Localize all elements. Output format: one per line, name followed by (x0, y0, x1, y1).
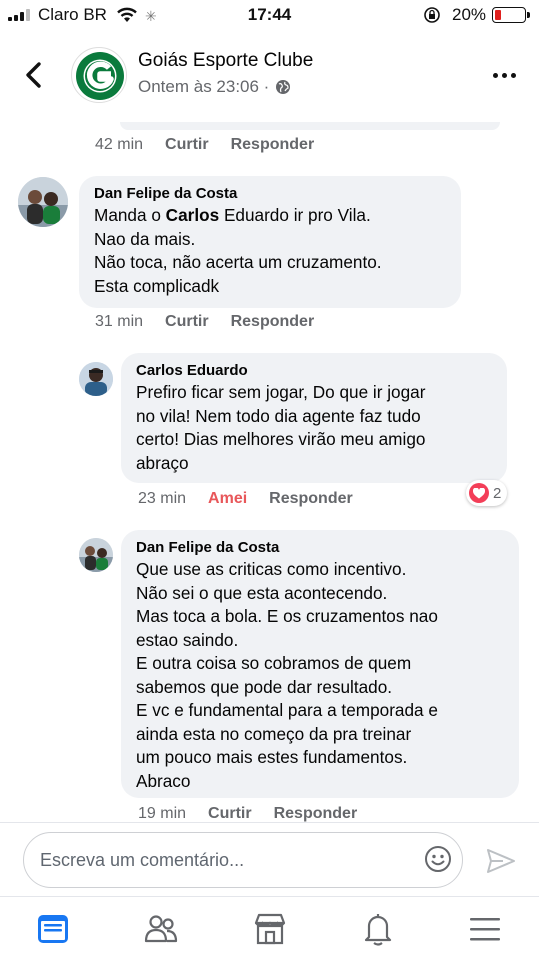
comment-actions: 31 min Curtir Responder (95, 313, 336, 331)
comment-actions: 23 min Amei Responder (138, 490, 375, 508)
goias-crest-icon (74, 50, 126, 102)
comment-text: Prefiro ficar sem jogar, Do que ir jogar… (136, 382, 426, 473)
emoji-icon[interactable] (424, 845, 452, 873)
reply-button[interactable]: Responder (274, 805, 358, 822)
profile-photo (18, 177, 68, 227)
groups-icon[interactable] (143, 911, 179, 947)
marketplace-icon[interactable] (252, 911, 288, 947)
comment-time: 42 min (95, 136, 144, 153)
menu-icon[interactable] (467, 911, 503, 947)
reply-button[interactable]: Responder (231, 313, 315, 331)
comment-bubble[interactable]: Dan Felipe da Costa Manda o Carlos Eduar… (79, 176, 461, 308)
love-button[interactable]: Amei (208, 490, 247, 508)
reaction-number: 2 (493, 484, 502, 502)
notifications-icon[interactable] (360, 911, 396, 947)
comment-author[interactable]: Carlos Eduardo (136, 362, 493, 379)
comment-bubble[interactable]: Dan Felipe da Costa Que use as criticas … (121, 530, 519, 798)
battery-icon (492, 7, 530, 23)
battery-percentage: 20% (452, 5, 487, 24)
comments-list: 42 min Curtir Responder Dan Felipe da Co… (0, 122, 539, 822)
comment-placeholder: Escreva um comentário... (40, 849, 245, 870)
back-arrow-icon[interactable] (20, 60, 50, 90)
globe-icon (276, 80, 291, 94)
like-button[interactable]: Curtir (165, 313, 209, 331)
comment-actions: 42 min Curtir Responder (95, 136, 336, 154)
profile-photo (79, 362, 113, 396)
send-icon[interactable] (486, 847, 516, 875)
comment-author[interactable]: Dan Felipe da Costa (136, 539, 505, 556)
comment-time: 19 min (138, 805, 187, 822)
reply-button[interactable]: Responder (269, 490, 353, 508)
more-options-icon[interactable] (490, 70, 520, 82)
like-button[interactable]: Curtir (208, 805, 252, 822)
comment-time: 23 min (138, 490, 187, 507)
status-bar: Claro BR ✳ 17:44 20% (0, 0, 539, 30)
previous-comment-bubble (120, 122, 500, 130)
reaction-count[interactable]: 2 (466, 480, 508, 506)
comment-actions: 19 min Curtir Responder (138, 805, 379, 822)
comment-input[interactable]: Escreva um comentário... (23, 832, 463, 888)
comment-text: Manda o Carlos Eduardo ir pro Vila. Nao … (94, 205, 382, 296)
page-name[interactable]: Goiás Esporte Clube (138, 50, 313, 72)
bottom-navigation (0, 896, 539, 960)
rotation-lock-icon (424, 7, 440, 23)
reply-button[interactable]: Responder (231, 136, 315, 154)
comment-composer: Escreva um comentário... (0, 822, 539, 896)
avatar[interactable] (79, 362, 113, 396)
heart-icon (469, 483, 489, 503)
avatar[interactable] (79, 538, 113, 572)
comment-time: 31 min (95, 313, 144, 330)
profile-photo (79, 538, 113, 572)
comment-text: Que use as criticas como incentivo. Não … (136, 559, 438, 791)
comment-author[interactable]: Dan Felipe da Costa (94, 185, 447, 202)
feed-icon[interactable] (35, 911, 71, 947)
comment-bubble[interactable]: Carlos Eduardo Prefiro ficar sem jogar, … (121, 353, 507, 483)
post-time: Ontem às 23:06 · (138, 77, 270, 96)
page-logo[interactable] (71, 47, 127, 103)
mention[interactable]: Carlos (166, 205, 220, 225)
avatar[interactable] (18, 177, 68, 227)
like-button[interactable]: Curtir (165, 136, 209, 154)
post-header: Goiás Esporte Clube Ontem às 23:06 · (0, 30, 539, 122)
post-meta: Ontem às 23:06 · (138, 77, 291, 97)
